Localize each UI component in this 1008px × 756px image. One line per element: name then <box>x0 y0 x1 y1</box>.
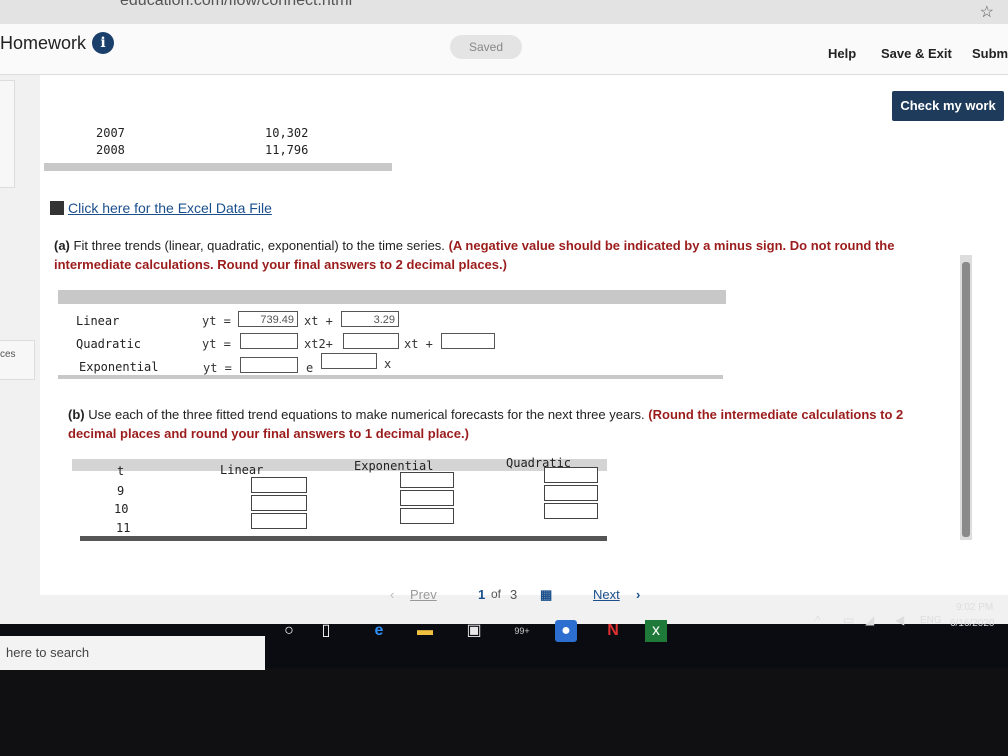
equation-lhs: yt = <box>203 361 232 375</box>
part-b-label: (b) <box>68 407 85 422</box>
part-b-question: (b) Use each of the three fitted trend e… <box>68 405 948 443</box>
forecast-linear-10[interactable] <box>251 495 307 511</box>
submit-button[interactable]: Submi <box>972 46 1008 61</box>
netflix-icon[interactable]: N <box>602 620 624 642</box>
file-explorer-icon[interactable]: ▬ <box>414 620 436 642</box>
page-current: 1 <box>478 587 486 602</box>
browser-window: education.com/flow/connect.html ☆ Homewo… <box>0 0 1008 640</box>
taskbar-search[interactable]: here to search <box>0 636 265 670</box>
excel-data-link[interactable]: Click here for the Excel Data File <box>50 200 272 216</box>
clock-date[interactable]: 6/16/2020 <box>950 618 995 629</box>
store-icon[interactable]: ▣ <box>463 620 485 642</box>
wifi-icon[interactable]: ◢ <box>865 613 874 627</box>
data-table-footer <box>44 163 392 171</box>
t-value: 10 <box>114 502 129 516</box>
excel-icon[interactable]: x <box>645 620 667 642</box>
mail-badge: 99+ <box>514 626 530 636</box>
forecast-quadratic-10[interactable] <box>544 485 598 501</box>
quadratic-intercept-input[interactable] <box>240 333 298 349</box>
chevron-up-icon[interactable]: ^ <box>815 613 821 627</box>
forecast-exponential-11[interactable] <box>400 508 454 524</box>
exponential-rate-input[interactable] <box>321 353 377 369</box>
help-button[interactable]: Help <box>828 46 856 61</box>
part-a-label: (a) <box>54 238 70 253</box>
table-bottom-rule <box>58 375 723 379</box>
next-chevron-icon[interactable]: › <box>636 587 640 602</box>
part-a-text: Fit three trends (linear, quadratic, exp… <box>73 238 445 253</box>
table-header <box>58 290 726 304</box>
linear-slope-input[interactable]: 3.29 <box>341 311 399 327</box>
t-value: 9 <box>117 484 125 498</box>
row-label-exponential: Exponential <box>79 360 159 374</box>
linear-intercept-input[interactable]: 739.49 <box>238 311 298 327</box>
cortana-icon[interactable]: ○ <box>278 620 300 642</box>
forecast-exponential-10[interactable] <box>400 490 454 506</box>
info-icon[interactable]: i <box>92 32 114 54</box>
row-label-linear: Linear <box>76 314 120 328</box>
file-icon <box>50 201 64 215</box>
data-year: 2007 <box>96 126 125 140</box>
next-button[interactable]: Next <box>593 587 620 602</box>
equation-term: xt + <box>304 314 333 328</box>
homework-header: Homework i Saved Help Save & Exit Submi <box>0 24 1008 75</box>
edge-icon[interactable]: e <box>368 620 390 642</box>
page-total: 3 <box>510 587 518 602</box>
battery-icon[interactable]: ▭ <box>843 613 854 627</box>
col-header-exponential: Exponential <box>354 459 434 473</box>
equation-lhs: yt = <box>202 314 231 328</box>
check-my-work-button[interactable]: Check my work <box>892 91 1004 121</box>
equation-lhs: yt = <box>202 337 231 351</box>
equation-term: xt + <box>404 337 433 351</box>
part-b-text: Use each of the three fitted trend equat… <box>88 407 645 422</box>
task-view-icon[interactable]: ▯ <box>315 620 337 642</box>
search-placeholder: here to search <box>6 645 90 660</box>
exponential-coef-input[interactable] <box>240 357 298 373</box>
excel-link-label: Click here for the Excel Data File <box>68 200 272 216</box>
forecast-table-bottom <box>80 536 607 541</box>
forecast-quadratic-9[interactable] <box>544 467 598 483</box>
mail-icon[interactable]: 99+ <box>508 620 536 642</box>
url-text: education.com/flow/connect.html <box>120 0 353 9</box>
forecast-exponential-9[interactable] <box>400 472 454 488</box>
saved-badge: Saved <box>450 35 522 59</box>
page-of: of <box>491 587 502 601</box>
quadratic-linear-coef-input[interactable] <box>441 333 495 349</box>
bookmark-star-icon[interactable]: ☆ <box>980 2 994 22</box>
prev-button[interactable]: Prev <box>410 587 437 602</box>
equation-term: x <box>384 357 392 371</box>
row-label-quadratic: Quadratic <box>76 337 142 351</box>
part-a-question: (a) Fit three trends (linear, quadratic,… <box>54 236 974 274</box>
data-year: 2008 <box>96 143 125 157</box>
equation-term: e <box>306 361 314 375</box>
data-value: 11,796 <box>265 143 309 157</box>
volume-icon[interactable]: ◀ <box>895 613 904 627</box>
language-indicator[interactable]: ENG <box>920 615 942 626</box>
scrollbar-thumb[interactable] <box>962 262 970 537</box>
equation-term: xt2+ <box>304 337 333 351</box>
left-panel-references[interactable]: ces <box>0 340 35 380</box>
quadratic-square-coef-input[interactable] <box>343 333 399 349</box>
t-value: 11 <box>116 521 131 535</box>
prev-chevron-icon[interactable]: ‹ <box>390 587 394 602</box>
col-header-linear: Linear <box>220 463 264 477</box>
forecast-linear-9[interactable] <box>251 477 307 493</box>
data-value: 10,302 <box>265 126 309 140</box>
chrome-icon[interactable]: ● <box>555 620 577 642</box>
forecast-quadratic-11[interactable] <box>544 503 598 519</box>
col-header-t: t <box>117 464 125 478</box>
references-label: ces <box>0 349 16 360</box>
grid-icon[interactable]: ▦ <box>540 587 552 603</box>
address-bar[interactable]: education.com/flow/connect.html ☆ <box>0 0 1008 25</box>
page-title: Homework <box>0 33 87 53</box>
forecast-linear-11[interactable] <box>251 513 307 529</box>
save-exit-button[interactable]: Save & Exit <box>881 46 952 61</box>
left-panel-tab[interactable] <box>0 80 15 188</box>
clock-time[interactable]: 9:02 PM <box>956 602 993 613</box>
